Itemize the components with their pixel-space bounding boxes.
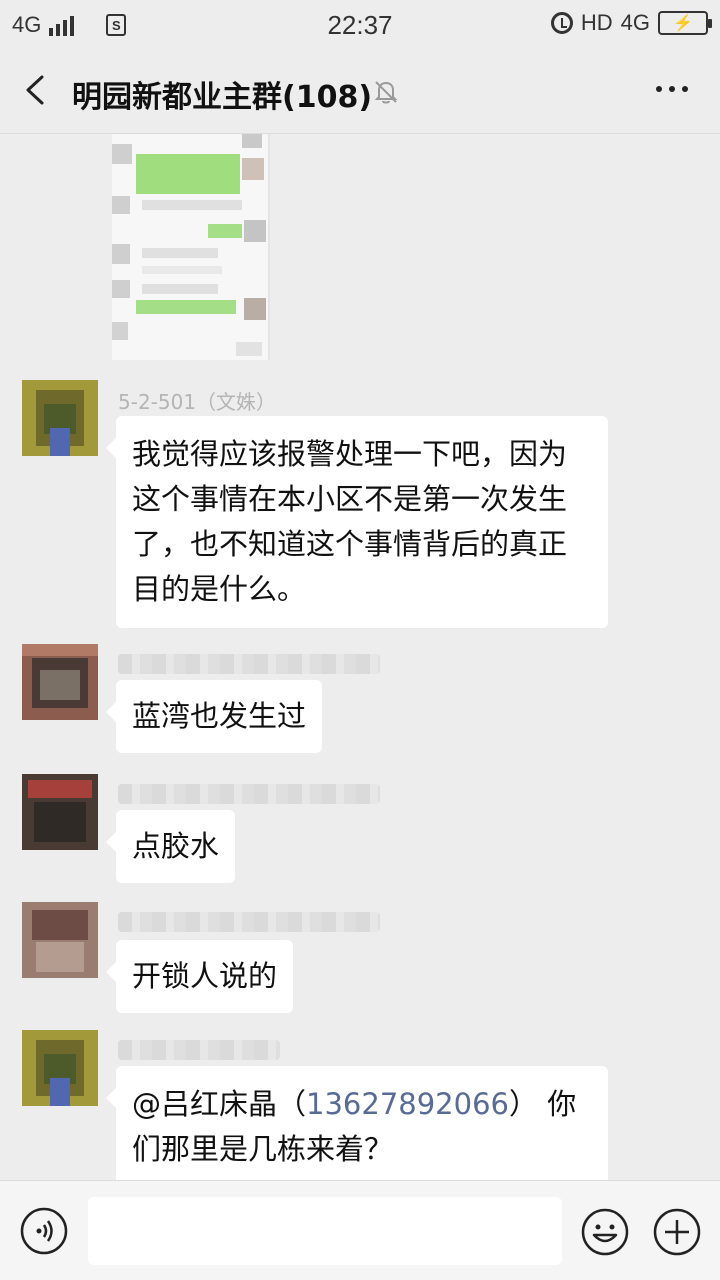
message-line: 这个事情在本小区不是第一次发生 — [132, 482, 568, 516]
message-line: 们那里是几栋来着？ — [132, 1132, 394, 1166]
battery-icon: ⚡ — [658, 11, 712, 35]
sender-name-blurred — [118, 784, 380, 804]
message-bubble[interactable]: 点胶水 — [105, 810, 236, 883]
message-text: 点胶水 — [132, 829, 220, 863]
message-line: 目的是什么。 — [132, 572, 307, 606]
avatar[interactable] — [22, 1030, 98, 1106]
chat-area[interactable]: 5-2-501（文姝） 我觉得应该报警处理一下吧，因为 这个事情在本小区不是第一… — [0, 134, 720, 1180]
hd-label: HD — [580, 10, 613, 35]
status-bar: 4G S 22:37 HD 4G ⚡ — [0, 0, 720, 48]
sender-name-blurred — [118, 1040, 280, 1060]
sender-name: 5-2-501（文姝） — [118, 390, 277, 414]
mute-bell-icon — [374, 81, 398, 104]
status-right: HD 4G ⚡ — [550, 10, 712, 36]
sender-name-blurred — [118, 654, 380, 674]
network-type-right: 4G — [620, 10, 650, 35]
sender-name-blurred — [118, 912, 380, 932]
message-line: 了，也不知道这个事情背后的真正 — [132, 527, 568, 561]
emoji-icon[interactable] — [580, 1207, 630, 1257]
shared-screenshot-image[interactable] — [112, 134, 270, 360]
input-bar — [0, 1180, 720, 1280]
voice-icon[interactable] — [20, 1207, 68, 1255]
avatar[interactable] — [22, 380, 98, 456]
chat-header: 明园新都业主群(108) — [0, 48, 720, 134]
message-bubble[interactable]: @吕红床晶（13627892066） 你 们那里是几栋来着？ — [106, 1066, 608, 1180]
plus-icon[interactable] — [652, 1207, 702, 1257]
avatar[interactable] — [22, 774, 98, 850]
group-title: 明园新都业主群(108) — [72, 80, 373, 115]
message-input[interactable] — [88, 1197, 562, 1265]
message-bubble[interactable]: 开锁人说的 — [105, 940, 294, 1013]
message-text: 开锁人说的 — [132, 959, 278, 993]
mention-suffix: ） 你 — [508, 1087, 577, 1121]
more-dots-icon[interactable] — [656, 86, 688, 92]
avatar[interactable] — [22, 902, 98, 978]
avatar[interactable] — [22, 644, 98, 720]
phone-number-link[interactable]: 13627892066 — [306, 1087, 509, 1121]
back-arrow-icon[interactable] — [22, 75, 48, 105]
message-bubble[interactable]: 我觉得应该报警处理一下吧，因为 这个事情在本小区不是第一次发生 了，也不知道这个… — [106, 416, 608, 628]
alarm-icon — [550, 12, 573, 34]
message-line: 我觉得应该报警处理一下吧，因为 — [132, 437, 568, 471]
message-bubble[interactable]: 蓝湾也发生过 — [105, 680, 323, 753]
message-text: 蓝湾也发生过 — [132, 699, 307, 733]
message-line: @吕红床晶（13627892066） 你 — [132, 1082, 592, 1127]
mention-prefix: @吕红床晶（ — [132, 1087, 307, 1121]
